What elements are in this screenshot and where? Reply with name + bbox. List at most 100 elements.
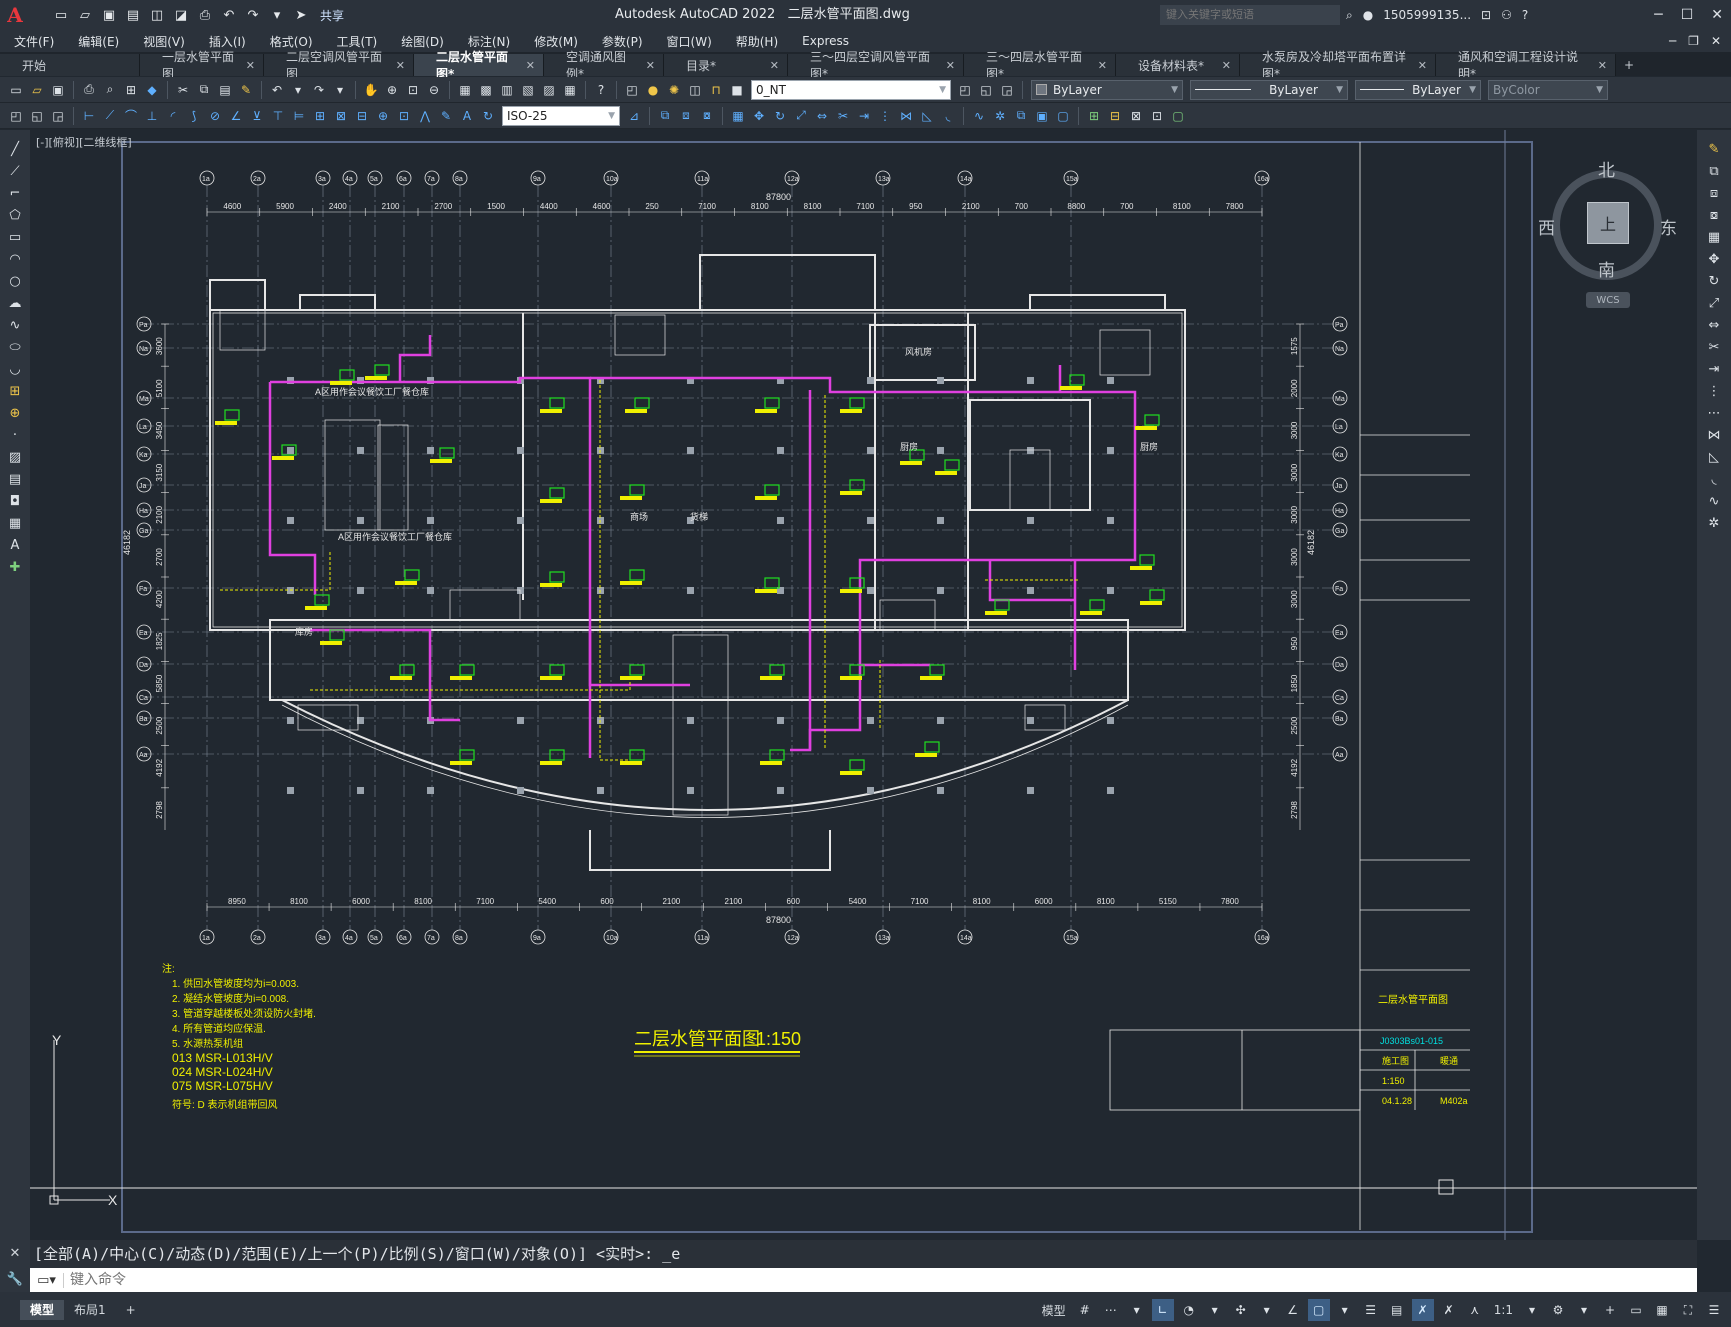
tab-close-icon[interactable]: ✕	[1598, 59, 1607, 72]
annotation-monitor-icon[interactable]: +	[1599, 1299, 1621, 1321]
customize-icon[interactable]: 🔧	[7, 1272, 23, 1287]
drawing-canvas[interactable]: [-][俯视][二维线框] 上 北 南 西 东 WCS 1a 1a 2a 2a 3a 3a…	[30, 130, 1697, 1240]
maximize-icon[interactable]: ☐	[1681, 7, 1694, 23]
polygon-icon[interactable]: ⬠	[4, 206, 26, 225]
scale-dropdown-icon[interactable]: ▾	[1521, 1299, 1543, 1321]
menu-insert[interactable]: 插入(I)	[209, 33, 246, 50]
fillet-icon[interactable]: ◟	[1703, 470, 1725, 489]
redo-icon[interactable]: ↷	[242, 4, 264, 26]
array-icon[interactable]: ▦	[1703, 228, 1725, 247]
tab-pump-room[interactable]: 水泵房及冷却塔平面布置详图* ✕	[1240, 50, 1436, 81]
minimize-icon[interactable]: ─	[1654, 7, 1662, 23]
make-block-icon[interactable]: ⊕	[4, 404, 26, 423]
qat-dropdown-icon[interactable]: ▾	[266, 4, 288, 26]
tab-close-icon[interactable]: ✕	[946, 59, 955, 72]
erase-icon[interactable]: ✎	[1703, 140, 1725, 159]
lineweight-dropdown[interactable]: ByLayer ▼	[1355, 79, 1481, 100]
stretch-icon[interactable]: ⇔	[1703, 316, 1725, 335]
clean-screen-icon[interactable]: ⛶	[1677, 1299, 1699, 1321]
undo-icon[interactable]: ↶	[218, 4, 240, 26]
quick-dimension-icon[interactable]: ⊻	[247, 106, 267, 126]
angular-dimension-icon[interactable]: ∠	[226, 106, 246, 126]
blend-icon[interactable]: ∿	[969, 106, 989, 126]
compass-north[interactable]: 北	[1598, 156, 1615, 181]
tab-close-icon[interactable]: ✕	[246, 59, 255, 72]
polar-dropdown-icon[interactable]: ▾	[1204, 1299, 1226, 1321]
layer-on-icon[interactable]: ●	[643, 80, 663, 100]
add-selected-icon[interactable]: ✚	[4, 558, 26, 577]
search-input[interactable]	[1160, 5, 1340, 25]
jogged-dimension-icon[interactable]: ⟆	[184, 106, 204, 126]
stretch-icon[interactable]: ⇔	[812, 106, 832, 126]
linear-dimension-icon[interactable]: ⊢	[79, 106, 99, 126]
point-icon[interactable]: ·	[4, 426, 26, 445]
rotate-icon[interactable]: ↻	[1703, 272, 1725, 291]
customization-icon[interactable]: ☰	[1703, 1299, 1725, 1321]
menu-modify[interactable]: 修改(M)	[534, 33, 578, 50]
ellipse-icon[interactable]: ⬭	[4, 338, 26, 357]
blend-curves-icon[interactable]: ∿	[1703, 492, 1725, 511]
ungroup-icon[interactable]: ⊟	[1105, 106, 1125, 126]
viewport-controls[interactable]: [-][俯视][二维线框]	[36, 134, 132, 150]
layer-viewport-icon[interactable]: ◫	[685, 80, 705, 100]
properties-icon[interactable]: ▦	[455, 80, 475, 100]
dimstyle-dropdown[interactable]: ISO-25 ▼	[502, 105, 620, 126]
tab-close-icon[interactable]: ✕	[396, 59, 405, 72]
menu-edit[interactable]: 编辑(E)	[78, 33, 119, 50]
break-icon[interactable]: ⋯	[1703, 404, 1725, 423]
menu-parametric[interactable]: 参数(P)	[602, 33, 643, 50]
zoom-previous-icon[interactable]: ⊖	[424, 80, 444, 100]
dimension-edit-icon[interactable]: ✎	[436, 106, 456, 126]
continue-dimension-icon[interactable]: ⊨	[289, 106, 309, 126]
doc-close-icon[interactable]: ✕	[1711, 34, 1721, 48]
quick-properties-icon[interactable]: ▦	[1651, 1299, 1673, 1321]
color-dropdown[interactable]: ByLayer ▼	[1031, 79, 1183, 100]
revision-cloud-icon[interactable]: ☁	[4, 294, 26, 313]
plot-icon[interactable]: ⎙	[79, 80, 99, 100]
jogged-linear-icon[interactable]: ⋀	[415, 106, 435, 126]
copy-object-icon[interactable]: ⧉	[655, 106, 675, 126]
open-file-icon[interactable]: ▱	[74, 4, 96, 26]
workspace-dropdown-icon[interactable]: ▾	[1573, 1299, 1595, 1321]
menu-help[interactable]: 帮助(H)	[736, 33, 778, 50]
layer-state-icon[interactable]: ◲	[997, 80, 1017, 100]
extend-icon[interactable]: ⇥	[1703, 360, 1725, 379]
paste-icon[interactable]: ▤	[215, 80, 235, 100]
arc-length-icon[interactable]: ⌒	[121, 106, 141, 126]
help-icon[interactable]: ?	[1522, 8, 1528, 22]
tab-floor1-water[interactable]: 一层水管平面图 ✕	[140, 50, 264, 81]
share-icon[interactable]: ➤	[290, 4, 312, 26]
table-icon[interactable]: ▦	[4, 514, 26, 533]
autocad-logo-icon[interactable]: A	[0, 0, 30, 30]
match-properties-icon[interactable]: ✎	[236, 80, 256, 100]
help-icon[interactable]: ?	[591, 80, 611, 100]
tolerance-icon[interactable]: ⊟	[352, 106, 372, 126]
save-as-icon[interactable]: ▤	[122, 4, 144, 26]
print-icon[interactable]: ⎙	[194, 4, 216, 26]
autoscale-icon[interactable]: ⋏	[1464, 1299, 1486, 1321]
sheet-set-icon[interactable]: ▧	[518, 80, 538, 100]
isodraft-dropdown-icon[interactable]: ▾	[1256, 1299, 1278, 1321]
bring-front-icon[interactable]: ▣	[1032, 106, 1052, 126]
copy-icon[interactable]: ⧉	[1703, 162, 1725, 181]
line-icon[interactable]: ╱	[4, 140, 26, 159]
menu-file[interactable]: 文件(F)	[14, 33, 54, 50]
copy-icon[interactable]: ⧉	[194, 80, 214, 100]
doc-minimize-icon[interactable]: ─	[1669, 34, 1676, 48]
make-current-layer-icon[interactable]: ◰	[955, 80, 975, 100]
viewcube-top-face[interactable]: 上	[1587, 202, 1629, 244]
add-layout-button[interactable]: +	[116, 1300, 146, 1320]
transparency-icon[interactable]: ▤	[1386, 1299, 1408, 1321]
compass-east[interactable]: 东	[1660, 214, 1677, 239]
tool-palettes-icon[interactable]: ▥	[497, 80, 517, 100]
group-select-icon[interactable]: ⊡	[1147, 106, 1167, 126]
break-icon[interactable]: ⋮	[875, 106, 895, 126]
ellipse-arc-icon[interactable]: ◡	[4, 360, 26, 379]
tab-start[interactable]: 开始	[0, 54, 140, 76]
command-input[interactable]	[64, 1269, 1697, 1291]
compass-south[interactable]: 南	[1598, 256, 1615, 281]
tab-close-icon[interactable]: ✕	[770, 59, 779, 72]
tab-model[interactable]: 模型	[20, 1299, 65, 1320]
baseline-dimension-icon[interactable]: ⊤	[268, 106, 288, 126]
tab-floor34-air[interactable]: 三～四层空调风管平面图* ✕	[788, 50, 964, 81]
